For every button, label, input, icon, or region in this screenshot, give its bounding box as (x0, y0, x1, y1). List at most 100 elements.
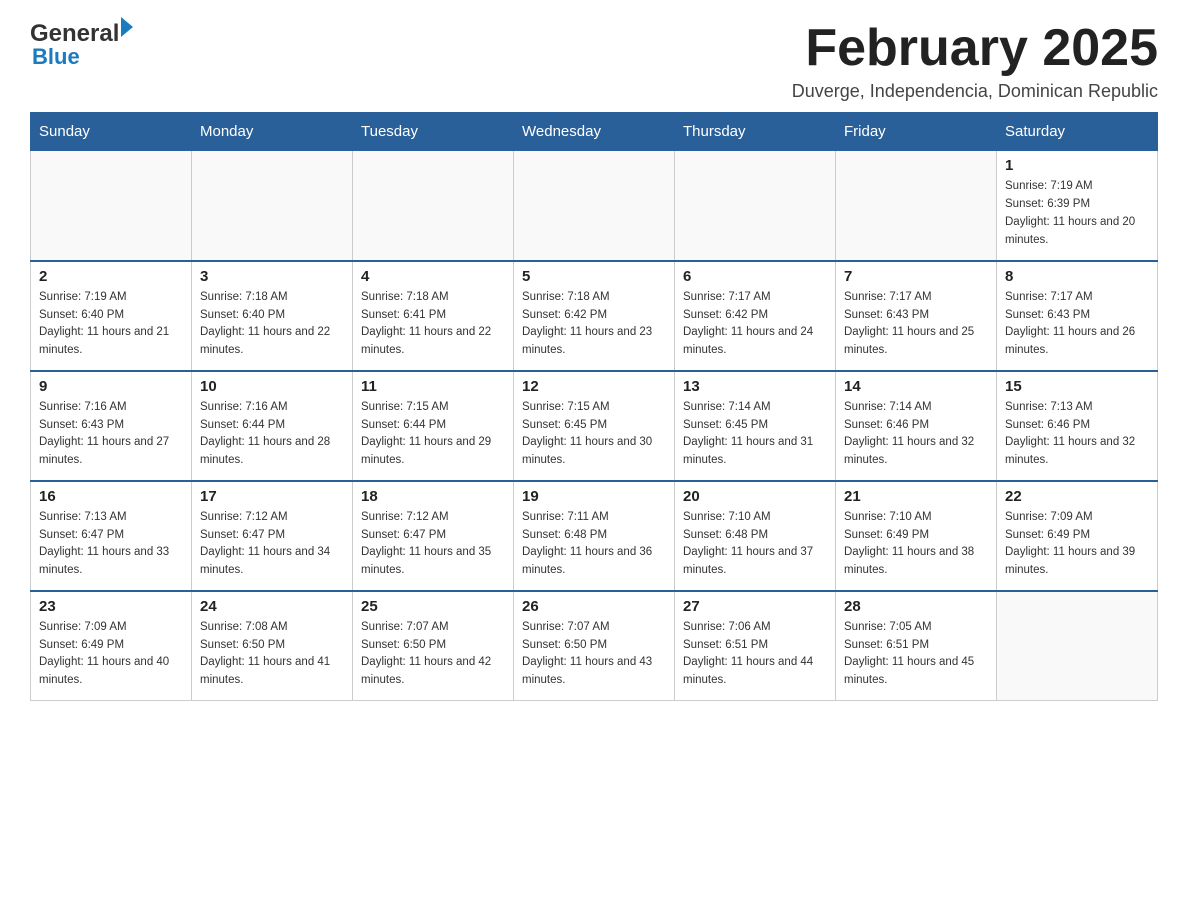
table-row (997, 591, 1158, 701)
day-info: Sunrise: 7:13 AMSunset: 6:46 PMDaylight:… (1005, 399, 1149, 470)
table-row (192, 151, 353, 261)
day-number: 1 (1005, 157, 1149, 174)
day-info: Sunrise: 7:09 AMSunset: 6:49 PMDaylight:… (39, 619, 183, 690)
table-row (514, 151, 675, 261)
calendar-table: Sunday Monday Tuesday Wednesday Thursday… (30, 112, 1158, 701)
day-number: 23 (39, 598, 183, 615)
table-row: 20 Sunrise: 7:10 AMSunset: 6:48 PMDayligh… (675, 481, 836, 591)
day-number: 2 (39, 268, 183, 285)
table-row: 17 Sunrise: 7:12 AMSunset: 6:47 PMDayligh… (192, 481, 353, 591)
day-number: 13 (683, 378, 827, 395)
table-row (675, 151, 836, 261)
day-number: 28 (844, 598, 988, 615)
table-row: 7 Sunrise: 7:17 AMSunset: 6:43 PMDaylight… (836, 261, 997, 371)
table-row: 6 Sunrise: 7:17 AMSunset: 6:42 PMDaylight… (675, 261, 836, 371)
day-info: Sunrise: 7:07 AMSunset: 6:50 PMDaylight:… (522, 619, 666, 690)
day-info: Sunrise: 7:17 AMSunset: 6:43 PMDaylight:… (844, 289, 988, 360)
day-info: Sunrise: 7:17 AMSunset: 6:43 PMDaylight:… (1005, 289, 1149, 360)
day-info: Sunrise: 7:05 AMSunset: 6:51 PMDaylight:… (844, 619, 988, 690)
table-row: 24 Sunrise: 7:08 AMSunset: 6:50 PMDayligh… (192, 591, 353, 701)
logo-arrow-icon (121, 17, 133, 37)
day-info: Sunrise: 7:15 AMSunset: 6:45 PMDaylight:… (522, 399, 666, 470)
table-row (31, 151, 192, 261)
day-number: 7 (844, 268, 988, 285)
day-number: 21 (844, 488, 988, 505)
day-info: Sunrise: 7:12 AMSunset: 6:47 PMDaylight:… (200, 509, 344, 580)
day-info: Sunrise: 7:14 AMSunset: 6:46 PMDaylight:… (844, 399, 988, 470)
day-number: 11 (361, 378, 505, 395)
day-info: Sunrise: 7:11 AMSunset: 6:48 PMDaylight:… (522, 509, 666, 580)
table-row: 19 Sunrise: 7:11 AMSunset: 6:48 PMDayligh… (514, 481, 675, 591)
day-number: 20 (683, 488, 827, 505)
day-info: Sunrise: 7:16 AMSunset: 6:43 PMDaylight:… (39, 399, 183, 470)
day-number: 16 (39, 488, 183, 505)
day-number: 24 (200, 598, 344, 615)
table-row: 15 Sunrise: 7:13 AMSunset: 6:46 PMDayligh… (997, 371, 1158, 481)
day-number: 22 (1005, 488, 1149, 505)
table-row: 14 Sunrise: 7:14 AMSunset: 6:46 PMDayligh… (836, 371, 997, 481)
table-row: 28 Sunrise: 7:05 AMSunset: 6:51 PMDayligh… (836, 591, 997, 701)
day-info: Sunrise: 7:15 AMSunset: 6:44 PMDaylight:… (361, 399, 505, 470)
day-info: Sunrise: 7:09 AMSunset: 6:49 PMDaylight:… (1005, 509, 1149, 580)
day-number: 15 (1005, 378, 1149, 395)
table-row: 9 Sunrise: 7:16 AMSunset: 6:43 PMDaylight… (31, 371, 192, 481)
day-number: 17 (200, 488, 344, 505)
day-number: 9 (39, 378, 183, 395)
header-friday: Friday (836, 113, 997, 151)
day-info: Sunrise: 7:18 AMSunset: 6:41 PMDaylight:… (361, 289, 505, 360)
day-info: Sunrise: 7:17 AMSunset: 6:42 PMDaylight:… (683, 289, 827, 360)
day-number: 8 (1005, 268, 1149, 285)
day-info: Sunrise: 7:07 AMSunset: 6:50 PMDaylight:… (361, 619, 505, 690)
day-number: 3 (200, 268, 344, 285)
day-info: Sunrise: 7:13 AMSunset: 6:47 PMDaylight:… (39, 509, 183, 580)
header-wednesday: Wednesday (514, 113, 675, 151)
day-number: 26 (522, 598, 666, 615)
day-number: 19 (522, 488, 666, 505)
day-number: 25 (361, 598, 505, 615)
day-number: 5 (522, 268, 666, 285)
table-row: 26 Sunrise: 7:07 AMSunset: 6:50 PMDayligh… (514, 591, 675, 701)
month-title: February 2025 (792, 20, 1158, 77)
table-row: 11 Sunrise: 7:15 AMSunset: 6:44 PMDayligh… (353, 371, 514, 481)
table-row: 22 Sunrise: 7:09 AMSunset: 6:49 PMDayligh… (997, 481, 1158, 591)
day-info: Sunrise: 7:12 AMSunset: 6:47 PMDaylight:… (361, 509, 505, 580)
day-info: Sunrise: 7:16 AMSunset: 6:44 PMDaylight:… (200, 399, 344, 470)
day-info: Sunrise: 7:06 AMSunset: 6:51 PMDaylight:… (683, 619, 827, 690)
table-row: 5 Sunrise: 7:18 AMSunset: 6:42 PMDaylight… (514, 261, 675, 371)
table-row: 8 Sunrise: 7:17 AMSunset: 6:43 PMDaylight… (997, 261, 1158, 371)
calendar-header-row: Sunday Monday Tuesday Wednesday Thursday… (31, 113, 1158, 151)
logo: General Blue (30, 20, 133, 70)
logo-blue-text: Blue (32, 44, 133, 70)
table-row (836, 151, 997, 261)
table-row: 27Sunrise: 7:06 AMSunset: 6:51 PMDayligh… (675, 591, 836, 701)
table-row: 12 Sunrise: 7:15 AMSunset: 6:45 PMDayligh… (514, 371, 675, 481)
day-info: Sunrise: 7:10 AMSunset: 6:48 PMDaylight:… (683, 509, 827, 580)
day-info: Sunrise: 7:10 AMSunset: 6:49 PMDaylight:… (844, 509, 988, 580)
table-row: 10 Sunrise: 7:16 AMSunset: 6:44 PMDayligh… (192, 371, 353, 481)
header-thursday: Thursday (675, 113, 836, 151)
table-row (353, 151, 514, 261)
table-row: 3 Sunrise: 7:18 AMSunset: 6:40 PMDaylight… (192, 261, 353, 371)
table-row: 13 Sunrise: 7:14 AMSunset: 6:45 PMDayligh… (675, 371, 836, 481)
day-info: Sunrise: 7:19 AMSunset: 6:39 PMDaylight:… (1005, 178, 1149, 249)
table-row: 4 Sunrise: 7:18 AMSunset: 6:41 PMDaylight… (353, 261, 514, 371)
day-number: 18 (361, 488, 505, 505)
day-info: Sunrise: 7:18 AMSunset: 6:42 PMDaylight:… (522, 289, 666, 360)
day-info: Sunrise: 7:08 AMSunset: 6:50 PMDaylight:… (200, 619, 344, 690)
header-monday: Monday (192, 113, 353, 151)
day-number: 4 (361, 268, 505, 285)
table-row: 25 Sunrise: 7:07 AMSunset: 6:50 PMDayligh… (353, 591, 514, 701)
day-number: 6 (683, 268, 827, 285)
header-sunday: Sunday (31, 113, 192, 151)
table-row: 16 Sunrise: 7:13 AMSunset: 6:47 PMDayligh… (31, 481, 192, 591)
table-row: 2Sunrise: 7:19 AMSunset: 6:40 PMDaylight… (31, 261, 192, 371)
day-info: Sunrise: 7:14 AMSunset: 6:45 PMDaylight:… (683, 399, 827, 470)
page-header: General Blue February 2025 Duverge, Inde… (30, 20, 1158, 102)
day-number: 14 (844, 378, 988, 395)
header-saturday: Saturday (997, 113, 1158, 151)
day-number: 10 (200, 378, 344, 395)
table-row: 18 Sunrise: 7:12 AMSunset: 6:47 PMDayligh… (353, 481, 514, 591)
location-subtitle: Duverge, Independencia, Dominican Republ… (792, 81, 1158, 102)
day-info: Sunrise: 7:18 AMSunset: 6:40 PMDaylight:… (200, 289, 344, 360)
day-number: 12 (522, 378, 666, 395)
